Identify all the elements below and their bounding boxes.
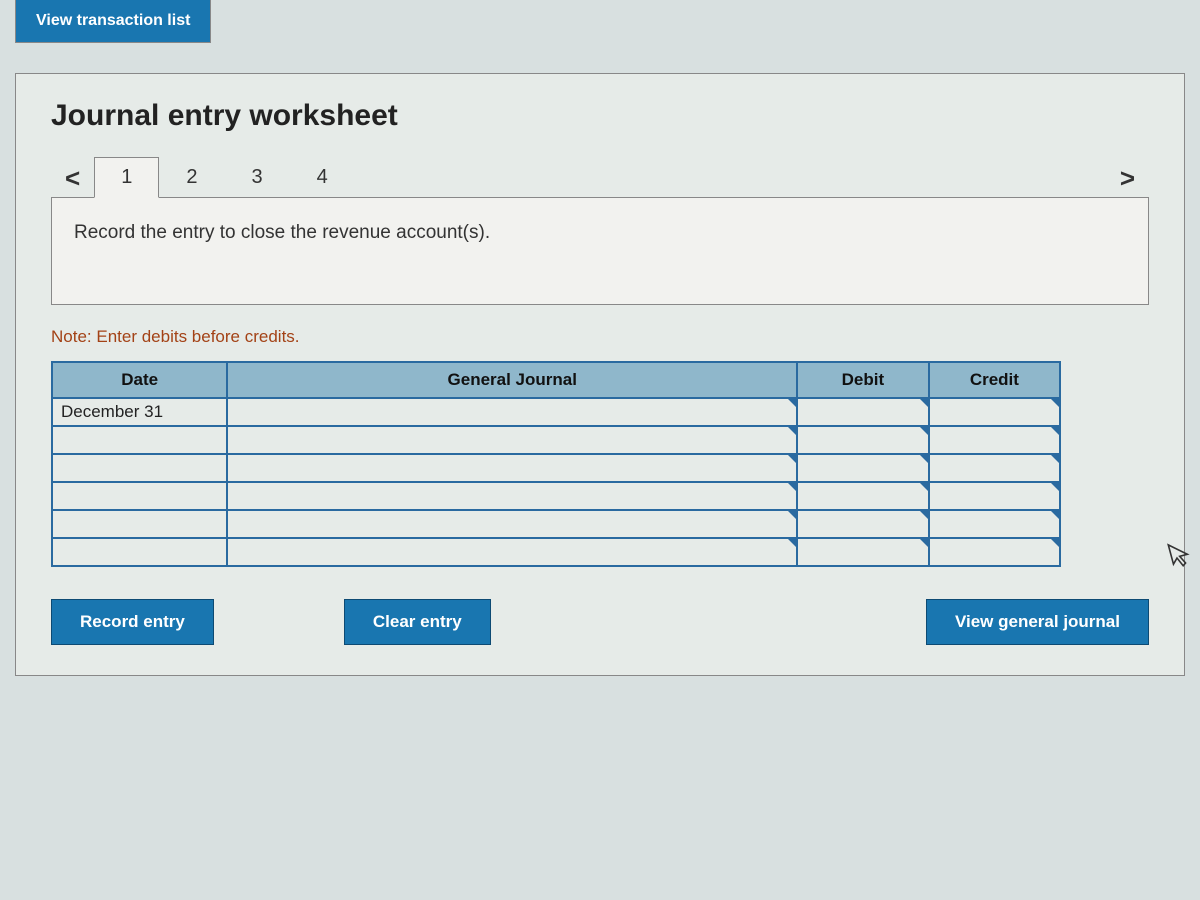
dropdown-icon [1051,539,1059,547]
dropdown-icon [1051,455,1059,463]
cell-credit[interactable] [929,454,1061,482]
table-row [52,454,1060,482]
cell-date[interactable] [52,510,227,538]
cell-journal[interactable] [227,482,797,510]
dropdown-icon [788,455,796,463]
clear-entry-button[interactable]: Clear entry [344,599,491,645]
cell-credit[interactable] [929,398,1061,426]
step-tab-4[interactable]: 4 [290,157,355,198]
dropdown-icon [920,455,928,463]
cell-date[interactable] [52,454,227,482]
dropdown-icon [920,483,928,491]
dropdown-icon [920,427,928,435]
prev-step-button[interactable]: < [51,159,94,198]
cell-credit[interactable] [929,482,1061,510]
button-row: Record entry Clear entry View general jo… [51,599,1149,645]
cell-date[interactable] [52,426,227,454]
cell-journal[interactable] [227,426,797,454]
table-row [52,482,1060,510]
next-step-button[interactable]: > [1106,159,1149,198]
step-tab-3[interactable]: 3 [224,157,289,198]
entry-prompt: Record the entry to close the revenue ac… [51,197,1149,305]
step-tab-1[interactable]: 1 [94,157,159,198]
dropdown-icon [788,399,796,407]
table-row [52,538,1060,566]
cell-journal[interactable] [227,510,797,538]
cell-debit[interactable] [797,510,928,538]
dropdown-icon [788,539,796,547]
cell-date[interactable]: December 31 [52,398,227,426]
cell-credit[interactable] [929,510,1061,538]
note-text: Note: Enter debits before credits. [51,327,1149,347]
cell-journal[interactable] [227,454,797,482]
record-entry-button[interactable]: Record entry [51,599,214,645]
dropdown-icon [788,427,796,435]
cell-credit[interactable] [929,538,1061,566]
header-date: Date [52,362,227,398]
journal-worksheet-panel: Journal entry worksheet < 1 2 3 4 > Reco… [15,73,1185,676]
cell-debit[interactable] [797,482,928,510]
table-row [52,510,1060,538]
step-tab-2[interactable]: 2 [159,157,224,198]
journal-table: Date General Journal Debit Credit Decemb… [51,361,1061,567]
cell-journal[interactable] [227,538,797,566]
header-debit: Debit [797,362,928,398]
table-row: December 31 [52,398,1060,426]
dropdown-icon [1051,483,1059,491]
cell-date[interactable] [52,482,227,510]
table-header-row: Date General Journal Debit Credit [52,362,1060,398]
dropdown-icon [788,511,796,519]
cell-debit[interactable] [797,454,928,482]
cell-debit[interactable] [797,426,928,454]
dropdown-icon [920,511,928,519]
view-general-journal-button[interactable]: View general journal [926,599,1149,645]
cell-journal[interactable] [227,398,797,426]
dropdown-icon [920,399,928,407]
cell-debit[interactable] [797,538,928,566]
cell-date[interactable] [52,538,227,566]
dropdown-icon [1051,399,1059,407]
cell-debit[interactable] [797,398,928,426]
cell-credit[interactable] [929,426,1061,454]
header-journal: General Journal [227,362,797,398]
table-row [52,426,1060,454]
page-title: Journal entry worksheet [51,99,1149,133]
dropdown-icon [788,483,796,491]
header-credit: Credit [929,362,1061,398]
view-transaction-list-tab[interactable]: View transaction list [15,0,211,43]
dropdown-icon [920,539,928,547]
dropdown-icon [1051,511,1059,519]
step-nav: < 1 2 3 4 > [51,157,1149,198]
dropdown-icon [1051,427,1059,435]
